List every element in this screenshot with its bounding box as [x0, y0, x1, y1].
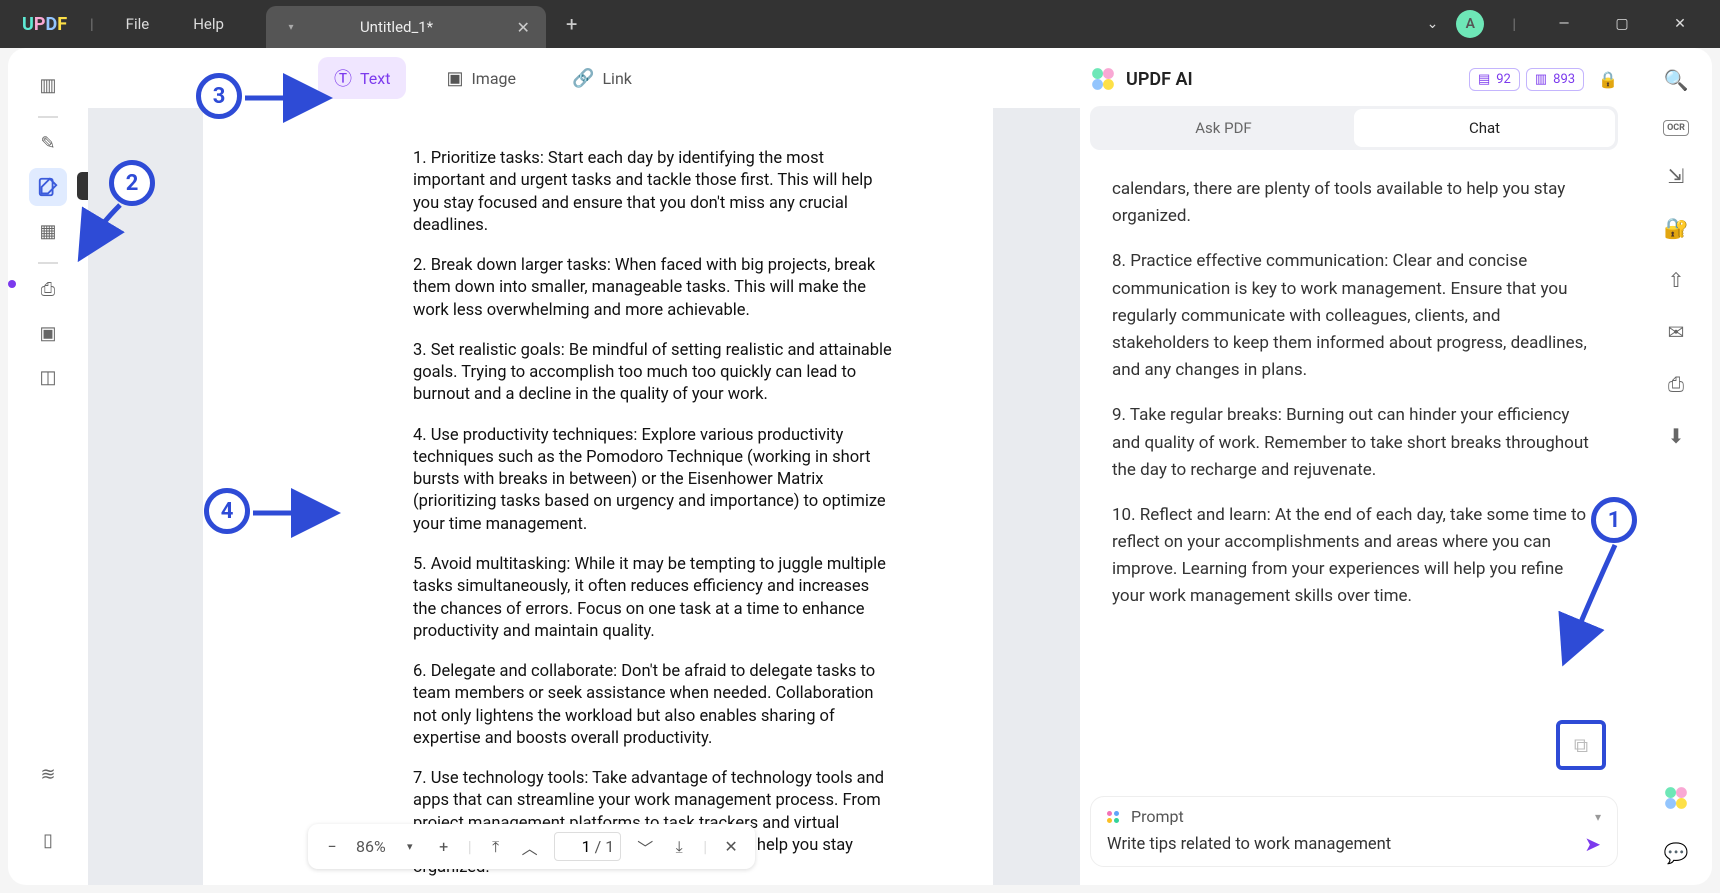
menu-help[interactable]: Help [193, 15, 224, 33]
comment-icon[interactable]: ✎ [29, 124, 67, 162]
ocr-icon[interactable]: OCR [1663, 120, 1689, 136]
last-page-icon[interactable]: ⤓ [669, 837, 689, 857]
compare-icon[interactable]: ◫ [29, 358, 67, 396]
new-tab-icon[interactable]: + [566, 12, 577, 36]
edit-link-label: Link [602, 69, 631, 88]
left-toolbar: ▥ ✎ Edit PDF ▦ ⎙ ▣ ◫ ≋ ▯ [8, 48, 88, 885]
close-controls-icon[interactable]: ✕ [721, 837, 741, 856]
paragraph[interactable]: 1. Prioritize tasks: Start each day by i… [413, 148, 893, 237]
paragraph[interactable]: 5. Avoid multitasking: While it may be t… [413, 554, 893, 643]
close-window-icon[interactable]: ✕ [1660, 16, 1700, 32]
tab-chat[interactable]: Chat [1354, 109, 1615, 147]
prompt-input[interactable] [1107, 835, 1572, 854]
menu-file[interactable]: File [126, 15, 150, 33]
page-sep: / [595, 837, 602, 856]
close-tab-icon[interactable]: ✕ [517, 18, 530, 37]
user-avatar[interactable]: A [1456, 10, 1484, 38]
protect-icon[interactable]: 🔐 [1664, 216, 1689, 240]
copy-icon: ⧉ [1574, 729, 1588, 761]
credits-badge-1[interactable]: ▤92 [1469, 68, 1520, 91]
zoom-out-button[interactable]: − [322, 837, 342, 856]
email-icon[interactable]: ✉ [1668, 320, 1685, 344]
layers-icon[interactable]: ≋ [29, 755, 67, 793]
page-total: 1 [605, 837, 614, 856]
search-icon[interactable]: 🔍 [1664, 68, 1689, 92]
prompt-box: Prompt ▾ ➤ [1090, 796, 1618, 867]
ai-panel-title: UPDF AI [1126, 69, 1193, 90]
bookmark-icon[interactable]: ▯ [29, 821, 67, 859]
ai-paragraph: calendars, there are plenty of tools ava… [1112, 176, 1596, 230]
edit-image-label: Image [471, 69, 516, 88]
zoom-level: 86% [356, 837, 386, 856]
prompt-label: Prompt [1131, 807, 1184, 826]
prev-page-icon[interactable]: ︿ [520, 835, 540, 859]
updf-ai-logo-icon [1090, 66, 1116, 92]
document-tab[interactable]: ▾ Untitled_1* ✕ [266, 6, 546, 48]
page-number-input[interactable] [561, 837, 591, 856]
separator [38, 262, 58, 264]
edit-toolbar: Ⓣ Text ▣ Image 🔗 Link [88, 48, 1080, 108]
edit-pdf-icon[interactable]: Edit PDF [29, 168, 67, 206]
comments-panel-icon[interactable]: 💬 [1664, 841, 1689, 865]
maximize-icon[interactable]: ▢ [1602, 16, 1642, 32]
share-icon[interactable]: ⇧ [1668, 268, 1685, 292]
separator: | [1512, 15, 1516, 33]
lock-icon[interactable]: 🔒 [1598, 70, 1618, 89]
crop-icon[interactable]: ▣ [29, 314, 67, 352]
tab-ask-pdf[interactable]: Ask PDF [1093, 109, 1354, 147]
paragraph[interactable]: 2. Break down larger tasks: When faced w… [413, 255, 893, 322]
organize-pages-icon[interactable]: ▦ [29, 212, 67, 250]
title-bar: UPDF | File Help ▾ Untitled_1* ✕ + ⌄ A |… [0, 0, 1720, 48]
edit-text-label: Text [360, 69, 390, 88]
first-page-icon[interactable]: ⤒ [486, 837, 506, 857]
app-logo: UPDF [0, 14, 80, 35]
image-icon: ▣ [446, 68, 463, 89]
right-toolbar: 🔍 OCR ⇲ 🔐 ⇧ ✉ ⎙ ⬇ 💬 [1640, 48, 1712, 885]
print-icon[interactable]: ⎙ [1668, 372, 1684, 396]
text-icon: Ⓣ [334, 65, 352, 91]
ai-panel: UPDF AI ▤92 ▥893 🔒 Ask PDF Chat calendar… [1080, 48, 1640, 885]
paragraph[interactable]: 6. Delegate and collaborate: Don't be af… [413, 661, 893, 750]
separator: | [90, 15, 94, 33]
edit-image-button[interactable]: ▣ Image [430, 60, 532, 97]
tab-dropdown-icon[interactable]: ▾ [282, 18, 300, 36]
ai-paragraph: 9. Take regular breaks: Burning out can … [1112, 402, 1596, 484]
send-button[interactable]: ➤ [1584, 832, 1601, 856]
prompt-dots-icon [1107, 811, 1121, 823]
edit-link-button[interactable]: 🔗 Link [556, 60, 648, 97]
save-icon[interactable]: ⬇ [1668, 424, 1685, 448]
paragraph[interactable]: 3. Set realistic goals: Be mindful of se… [413, 340, 893, 407]
prompt-dropdown-icon[interactable]: ▾ [1595, 810, 1601, 824]
tab-title: Untitled_1* [360, 18, 497, 36]
ai-paragraph: 10. Reflect and learn: At the end of eac… [1112, 502, 1596, 611]
reader-icon[interactable]: ▥ [29, 66, 67, 104]
page-controls: − 86% ▾ + | ⤒ ︿ / 1 ﹀ ⤓ | ✕ [308, 824, 755, 869]
ai-response-area[interactable]: calendars, there are plenty of tools ava… [1090, 164, 1618, 782]
copy-response-button[interactable]: ⧉ [1556, 720, 1606, 770]
paragraph[interactable]: 4. Use productivity techniques: Explore … [413, 425, 893, 536]
zoom-dropdown-icon[interactable]: ▾ [400, 840, 420, 853]
page-number-field[interactable]: / 1 [554, 832, 622, 861]
export-icon[interactable]: ⇲ [1668, 164, 1685, 188]
document-viewport[interactable]: 1. Prioritize tasks: Start each day by i… [88, 108, 1080, 885]
document-page[interactable]: 1. Prioritize tasks: Start each day by i… [203, 108, 993, 885]
link-icon: 🔗 [572, 68, 594, 89]
zoom-in-button[interactable]: + [434, 837, 454, 856]
ai-paragraph: 8. Practice effective communication: Cle… [1112, 248, 1596, 384]
minimize-icon[interactable]: — [1544, 16, 1584, 32]
next-page-icon[interactable]: ﹀ [635, 835, 655, 859]
separator: | [468, 837, 472, 856]
edit-text-button[interactable]: Ⓣ Text [318, 57, 406, 99]
credits-badge-2[interactable]: ▥893 [1526, 68, 1584, 91]
updf-ai-toggle-icon[interactable] [1663, 785, 1689, 811]
separator [38, 116, 58, 118]
redact-icon[interactable]: ⎙ [29, 270, 67, 308]
ai-tabs: Ask PDF Chat [1090, 106, 1618, 150]
collapse-icon[interactable]: ⌄ [1427, 16, 1439, 32]
separator: | [703, 837, 707, 856]
active-tool-indicator [8, 280, 16, 288]
